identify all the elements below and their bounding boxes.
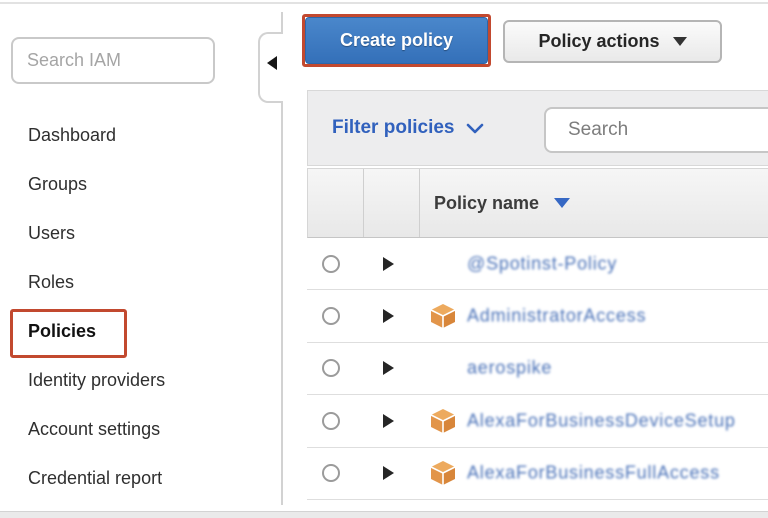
caret-down-icon — [673, 37, 687, 46]
policy-name-link[interactable]: aerospike — [467, 358, 552, 379]
policy-actions-button[interactable]: Policy actions — [503, 20, 722, 63]
sidebar-item-account-settings[interactable]: Account settings — [28, 405, 165, 454]
aws-managed-policy-icon — [430, 408, 456, 434]
create-policy-button[interactable]: Create policy — [305, 17, 488, 64]
aws-managed-policy-icon — [430, 460, 456, 486]
column-separator — [419, 169, 420, 237]
sidebar-item-policies[interactable]: Policies — [28, 307, 165, 356]
chevron-down-icon — [466, 123, 484, 134]
policy-name-header-label: Policy name — [434, 193, 539, 214]
sidebar-item-identity-providers[interactable]: Identity providers — [28, 356, 165, 405]
row-radio-button[interactable] — [322, 359, 340, 377]
filter-policies-dropdown[interactable]: Filter policies — [332, 91, 484, 165]
sort-desc-icon — [554, 198, 570, 208]
column-separator — [363, 169, 364, 237]
top-border — [0, 2, 768, 4]
sidebar-item-dashboard[interactable]: Dashboard — [28, 111, 165, 160]
table-header: Policy name — [307, 168, 768, 238]
policy-table: @Spotinst-Policy AdministratorAccess aer… — [307, 238, 768, 500]
table-row: @Spotinst-Policy — [307, 238, 768, 290]
row-radio-button[interactable] — [322, 255, 340, 273]
table-row: AlexaForBusinessFullAccess — [307, 448, 768, 500]
policy-name-link[interactable]: AlexaForBusinessDeviceSetup — [467, 410, 736, 431]
sidebar-item-groups[interactable]: Groups — [28, 160, 165, 209]
collapse-left-arrow-icon — [267, 56, 277, 70]
policy-name-column-header[interactable]: Policy name — [434, 169, 570, 237]
bottom-border — [0, 511, 768, 518]
row-radio-button[interactable] — [322, 464, 340, 482]
row-radio-button[interactable] — [322, 412, 340, 430]
table-row: AdministratorAccess — [307, 290, 768, 342]
policy-name-link[interactable]: AdministratorAccess — [467, 306, 646, 327]
filter-policies-label: Filter policies — [332, 117, 454, 139]
expand-row-icon[interactable] — [383, 309, 394, 323]
policy-name-link[interactable]: AlexaForBusinessFullAccess — [467, 463, 720, 484]
table-row: AlexaForBusinessDeviceSetup — [307, 395, 768, 447]
expand-row-icon[interactable] — [383, 466, 394, 480]
sidebar-collapse-handle[interactable] — [258, 32, 283, 103]
filter-toolbar: Filter policies — [307, 90, 768, 166]
sidebar-item-users[interactable]: Users — [28, 209, 165, 258]
expand-row-icon[interactable] — [383, 361, 394, 375]
search-iam-input[interactable] — [11, 37, 215, 84]
sidebar-item-roles[interactable]: Roles — [28, 258, 165, 307]
sidebar-nav: Dashboard Groups Users Roles Policies Id… — [28, 111, 165, 503]
policy-actions-label: Policy actions — [538, 31, 659, 52]
table-row: aerospike — [307, 343, 768, 395]
aws-managed-policy-icon — [430, 303, 456, 329]
expand-row-icon[interactable] — [383, 257, 394, 271]
expand-row-icon[interactable] — [383, 414, 394, 428]
policy-name-link[interactable]: @Spotinst-Policy — [467, 253, 617, 274]
sidebar-item-credential-report[interactable]: Credential report — [28, 454, 165, 503]
row-radio-button[interactable] — [322, 307, 340, 325]
policy-search-box[interactable] — [544, 107, 768, 153]
policy-search-input[interactable] — [568, 119, 768, 141]
